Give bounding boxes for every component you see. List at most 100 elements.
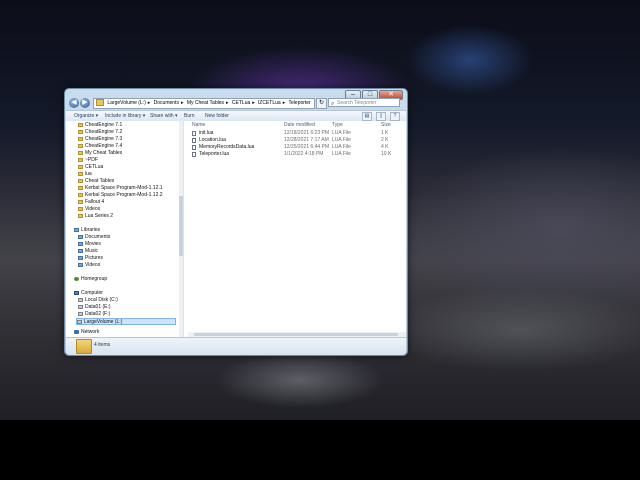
- content-area: CheatEngine 7.1 CheatEngine 7.2 CheatEng…: [66, 121, 406, 337]
- item-count: 4 items: [94, 342, 111, 348]
- file-date: 12/18/2021 6:23 PM: [284, 130, 330, 136]
- nav-folder[interactable]: CheatEngine 7.3: [78, 136, 122, 143]
- column-header-date[interactable]: Date modified: [284, 122, 315, 128]
- nav-folder[interactable]: Fallout 4: [78, 199, 104, 206]
- file-name: MemoryRecordsData.lua: [199, 144, 255, 150]
- breadcrumb-teleporter[interactable]: Teleporter: [289, 100, 311, 106]
- help-icon[interactable]: ?: [390, 112, 400, 121]
- folder-icon: [78, 143, 83, 148]
- folder-icon: [96, 99, 104, 107]
- nav-scrollbar[interactable]: [179, 121, 183, 337]
- homegroup-icon: [74, 276, 79, 281]
- nav-folder[interactable]: Cheat Tables: [78, 178, 114, 185]
- folder-icon: [78, 199, 83, 204]
- folder-icon: [78, 122, 83, 127]
- nav-folder[interactable]: Kerbal Space Program-Mod-1.12.2: [78, 192, 163, 199]
- breadcrumb-documents[interactable]: Documents: [154, 100, 179, 106]
- nav-folder[interactable]: ~PDF: [78, 157, 98, 164]
- nav-scrollbar-thumb[interactable]: [179, 196, 183, 256]
- breadcrumb-drive[interactable]: LargeVolume (L:): [107, 100, 145, 106]
- file-list-scrollbar-thumb[interactable]: [194, 333, 398, 336]
- breadcrumb-cheat-tables[interactable]: My Cheat Tables: [187, 100, 224, 106]
- file-row[interactable]: Location.lua 12/28/2021 7:17 AM LUA File…: [192, 137, 402, 144]
- file-size: 2 K: [381, 137, 389, 143]
- file-name: init.lua: [199, 130, 214, 136]
- nav-library[interactable]: Music: [78, 248, 98, 255]
- refresh-icon[interactable]: ↻: [316, 98, 327, 109]
- nav-drive[interactable]: Data02 (F:): [78, 311, 110, 318]
- nav-libraries[interactable]: Libraries: [74, 227, 100, 234]
- file-type: LUA File: [332, 130, 351, 136]
- breadcrumb-cetlua[interactable]: CETLua: [232, 100, 250, 106]
- back-icon[interactable]: ◀: [69, 98, 79, 108]
- nav-folder[interactable]: CheatEngine 7.1: [78, 122, 122, 129]
- folder-icon: [78, 129, 83, 134]
- column-header-name[interactable]: Name: [192, 122, 205, 128]
- lua-file-icon: [192, 131, 196, 136]
- pictures-icon: [78, 255, 83, 260]
- explorer-window: – □ ✕ ◀ ▶ LargeVolume (L:) ▸ Documents ▸ M…: [64, 88, 408, 356]
- network-icon: [74, 329, 79, 334]
- documents-icon: [78, 234, 83, 239]
- forward-icon[interactable]: ▶: [80, 98, 90, 108]
- nav-library[interactable]: Videos: [78, 262, 100, 269]
- address-bar[interactable]: LargeVolume (L:) ▸ Documents ▸ My Cheat Ta…: [93, 98, 315, 109]
- file-row[interactable]: Teleporter.lua 1/1/2022 4:18 PM LUA File…: [192, 151, 402, 158]
- file-name: Location.lua: [199, 137, 226, 143]
- drive-icon: [77, 319, 82, 324]
- nav-drive[interactable]: Local Disk (C:): [78, 297, 118, 304]
- nav-folder[interactable]: Videos: [78, 206, 100, 213]
- folder-icon: [78, 213, 83, 218]
- column-header-type[interactable]: Type: [332, 122, 343, 128]
- nav-drive-selected[interactable]: LargeVolume (L:): [76, 318, 176, 325]
- drive-icon: [78, 297, 83, 302]
- file-type: LUA File: [332, 151, 351, 157]
- file-row[interactable]: init.lua 12/18/2021 6:23 PM LUA File 1 K: [192, 130, 402, 137]
- preview-pane-icon[interactable]: ▯: [376, 112, 386, 121]
- nav-folder[interactable]: CheatEngine 7.4: [78, 143, 122, 150]
- address-row: ◀ ▶ LargeVolume (L:) ▸ Documents ▸ My Chea…: [69, 98, 403, 109]
- drive-icon: [78, 311, 83, 316]
- file-size: 1 K: [381, 130, 389, 136]
- folder-icon: [78, 157, 83, 162]
- nav-library[interactable]: Documents: [78, 234, 110, 241]
- nav-folder[interactable]: Kerbal Space Program-Mod-1.12.1: [78, 185, 163, 192]
- nav-folder[interactable]: My Cheat Tables: [78, 150, 122, 157]
- computer-icon: [74, 290, 79, 295]
- include-library-button[interactable]: Include in library ▾: [105, 111, 145, 121]
- nav-folder[interactable]: CheatEngine 7.2: [78, 129, 122, 136]
- organize-button[interactable]: Organize ▾: [74, 111, 98, 121]
- nav-library[interactable]: Pictures: [78, 255, 103, 262]
- letterbox-bar: [0, 420, 640, 480]
- nav-drive[interactable]: Data01 (E:): [78, 304, 111, 311]
- nav-library[interactable]: Movies: [78, 241, 101, 248]
- nav-homegroup[interactable]: Homegroup: [74, 276, 107, 283]
- file-type: LUA File: [332, 144, 351, 150]
- column-header-size[interactable]: Size: [381, 122, 391, 128]
- folder-icon: [76, 339, 92, 354]
- folder-icon: [78, 178, 83, 183]
- burn-button[interactable]: Burn: [184, 111, 195, 121]
- libraries-icon: [74, 227, 79, 232]
- search-input[interactable]: ⌕ Search Teleporter: [328, 98, 400, 107]
- file-size: 10 K: [381, 151, 392, 157]
- music-icon: [78, 248, 83, 253]
- file-type: LUA File: [332, 137, 351, 143]
- nav-folder[interactable]: CETLua: [78, 164, 103, 171]
- lua-file-icon: [192, 138, 196, 143]
- nav-folder[interactable]: lua: [78, 171, 92, 178]
- new-folder-button[interactable]: New folder: [205, 111, 229, 121]
- folder-icon: [78, 164, 83, 169]
- nav-computer[interactable]: Computer: [74, 290, 103, 297]
- nav-folder[interactable]: Lua Series 2: [78, 213, 113, 220]
- breadcrumb-lzcetlua[interactable]: lZCETLua: [258, 100, 281, 106]
- file-row[interactable]: MemoryRecordsData.lua 12/25/2021 6:44 PM…: [192, 144, 402, 151]
- file-date: 12/28/2021 7:17 AM: [284, 137, 329, 143]
- file-date: 12/25/2021 6:44 PM: [284, 144, 330, 150]
- folder-icon: [78, 192, 83, 197]
- share-with-button[interactable]: Share with ▾: [150, 111, 178, 121]
- view-options-icon[interactable]: ▤: [362, 112, 372, 121]
- nav-network[interactable]: Network: [74, 329, 99, 336]
- details-pane: 4 items: [66, 337, 406, 355]
- folder-icon: [78, 136, 83, 141]
